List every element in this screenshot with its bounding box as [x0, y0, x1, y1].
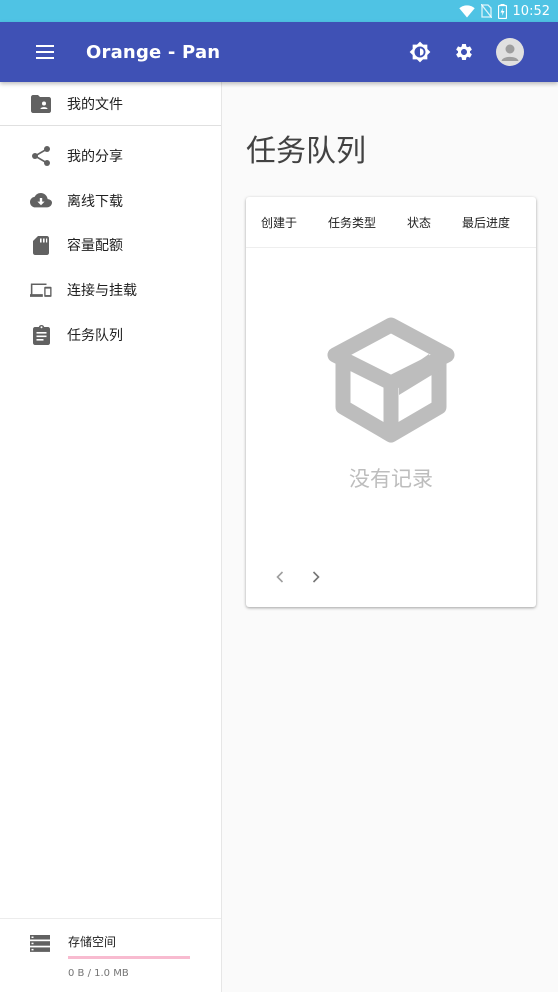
column-header-task-type[interactable]: 任务类型 — [328, 214, 376, 231]
sidebar-item-label: 连接与挂载 — [67, 283, 137, 300]
status-bar: 10:52 — [0, 0, 558, 22]
task-table-card: 创建于 任务类型 状态 最后进度 没有记录 — [246, 197, 536, 607]
app-title: Orange - Pan — [86, 41, 221, 63]
empty-text: 没有记录 — [349, 467, 433, 491]
user-icon — [501, 44, 519, 61]
chevron-left-icon — [276, 571, 284, 583]
menu-button[interactable] — [33, 40, 57, 64]
wifi-icon — [458, 4, 475, 17]
sidebar-item-label: 容量配额 — [67, 238, 123, 255]
status-time: 10:52 — [512, 3, 550, 19]
menu-icon — [36, 45, 54, 59]
share-icon — [30, 145, 52, 167]
package-icon — [327, 317, 455, 443]
storage-label: 存储空间 — [68, 935, 117, 949]
sidebar-item-label: 离线下载 — [67, 193, 123, 210]
storage-usage: 0 B / 1.0 MB — [68, 968, 129, 979]
page-title: 任务队列 — [246, 134, 366, 169]
no-sim-icon — [480, 4, 492, 18]
sidebar-item-task-queue[interactable]: 任务队列 — [0, 312, 221, 357]
column-header-created[interactable]: 创建于 — [261, 214, 297, 231]
sidebar-item-label: 我的分享 — [67, 149, 123, 166]
column-header-status[interactable]: 状态 — [407, 214, 431, 231]
user-avatar-button[interactable] — [496, 38, 524, 66]
clipboard-list-icon — [30, 324, 52, 346]
sidebar-item-quota[interactable]: 容量配额 — [0, 223, 221, 268]
column-header-last-progress[interactable]: 最后进度 — [462, 214, 510, 231]
storage-panel: 存储空间 0 B / 1.0 MB — [0, 918, 221, 992]
devices-icon — [30, 279, 52, 301]
brightness-icon — [409, 41, 431, 63]
next-page-button[interactable] — [308, 569, 324, 585]
sd-card-icon — [30, 234, 52, 256]
sidebar-item-label: 任务队列 — [67, 327, 123, 344]
sidebar-item-my-files[interactable]: 我的文件 — [0, 82, 221, 126]
sidebar-item-my-shares[interactable]: 我的分享 — [0, 134, 221, 179]
table-header: 创建于 任务类型 状态 最后进度 — [246, 197, 536, 248]
storage-progress-bar — [68, 956, 190, 959]
pagination — [272, 569, 344, 585]
settings-button[interactable] — [452, 40, 476, 64]
sidebar-item-offline-download[interactable]: 离线下载 — [0, 179, 221, 224]
storage-icon — [30, 935, 52, 957]
cloud-download-icon — [30, 190, 52, 212]
folder-account-icon — [30, 93, 52, 115]
sidebar-item-connections[interactable]: 连接与挂载 — [0, 268, 221, 313]
app-bar: Orange - Pan — [0, 22, 558, 82]
theme-toggle-button[interactable] — [408, 40, 432, 64]
battery-icon — [497, 3, 507, 19]
navigation-drawer: 我的文件 我的分享 离线下载 容量配额 连接与挂载 任务队列 存储空间 0 B … — [0, 82, 222, 992]
previous-page-button[interactable] — [272, 569, 288, 585]
chevron-right-icon — [312, 571, 320, 583]
sidebar-item-label: 我的文件 — [67, 96, 123, 113]
empty-state: 没有记录 — [246, 317, 536, 493]
gear-icon — [456, 43, 472, 60]
main-content: 任务队列 创建于 任务类型 状态 最后进度 没有记录 — [223, 82, 558, 992]
